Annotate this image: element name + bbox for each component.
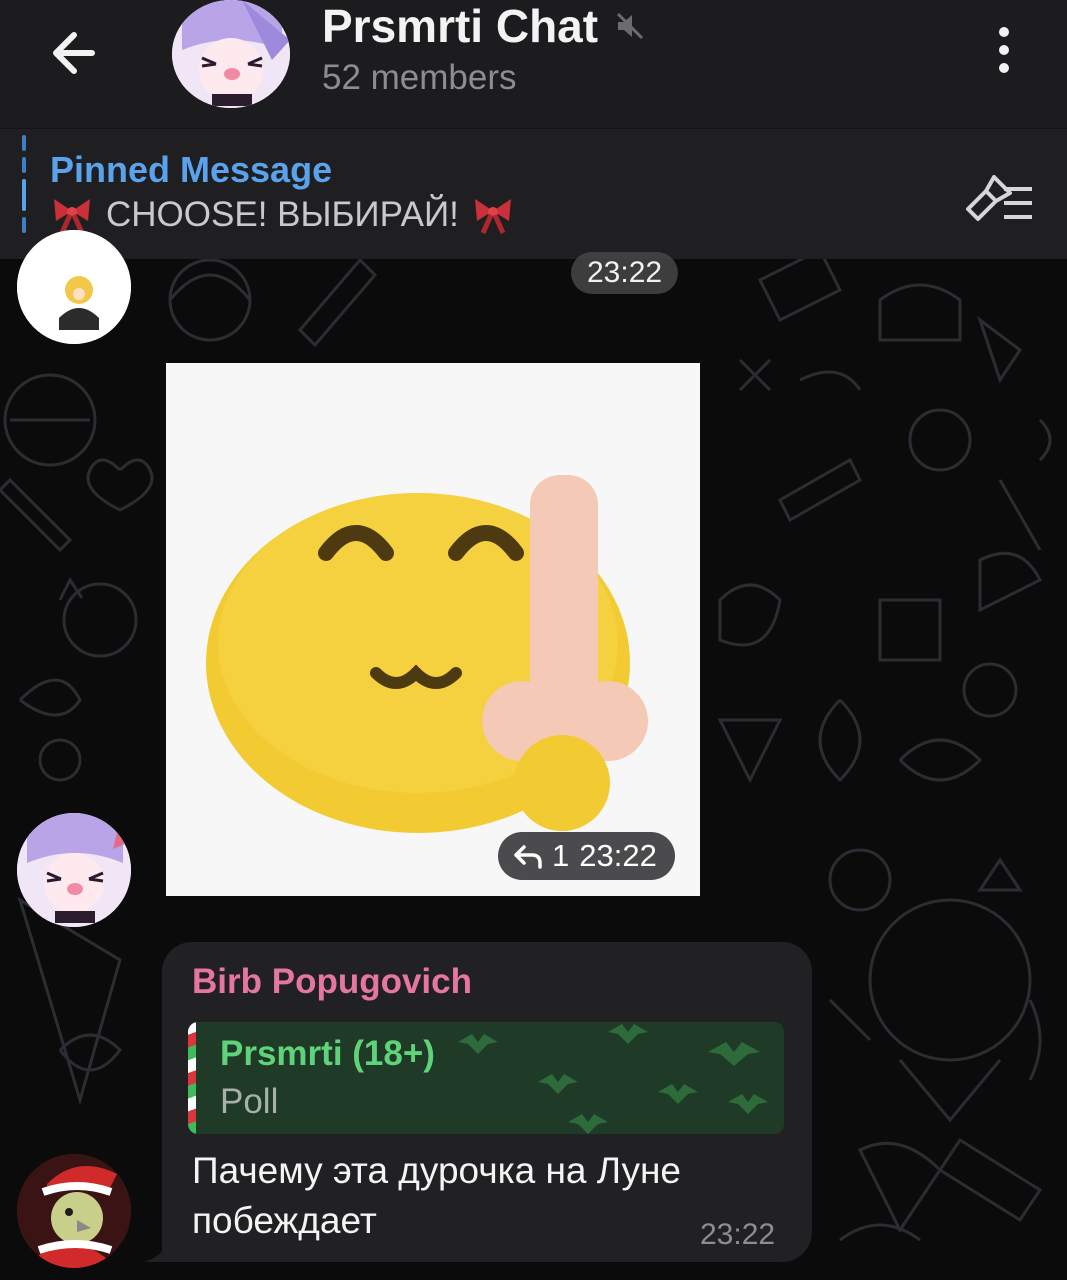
ribbon-bow-icon <box>54 199 90 235</box>
more-vertical-icon[interactable] <box>984 22 1024 78</box>
avatar[interactable] <box>17 1154 131 1268</box>
pinned-text-row: CHOOSE! ВЫБИРАЙ! <box>50 195 515 235</box>
pinned-message-bar[interactable]: Pinned Message CHOOSE! ВЫБИРАЙ! <box>0 128 1067 259</box>
sticker-image[interactable] <box>166 363 700 896</box>
quote-author: Prsmrti (18+) <box>220 1034 435 1073</box>
avatar[interactable] <box>17 230 131 344</box>
quote-type: Poll <box>220 1082 279 1121</box>
reply-quote[interactable]: Prsmrti (18+) Poll <box>188 1022 784 1134</box>
avatar-image <box>17 230 131 344</box>
avatar-image <box>17 1154 131 1268</box>
avatar[interactable] <box>17 813 131 927</box>
pinned-title: Pinned Message <box>50 149 333 190</box>
pinned-list-icon[interactable] <box>960 167 1036 227</box>
sender-name[interactable]: Birb Popugovich <box>192 962 472 1002</box>
smiley-sticker <box>166 363 700 896</box>
muted-speaker-icon <box>616 12 644 40</box>
replies-badge[interactable]: 1 23:22 <box>498 832 675 880</box>
pinned-indicator <box>22 135 26 235</box>
message-time: 23:22 <box>571 252 679 294</box>
message-time: 23:22 <box>700 1218 776 1251</box>
members-count: 52 members <box>322 58 517 97</box>
chat-header: Prsmrti Chat 52 members <box>0 0 1067 128</box>
quote-stripe <box>188 1022 196 1134</box>
reply-count: 1 <box>552 838 570 873</box>
chat-avatar[interactable] <box>172 0 290 108</box>
ribbon-bow-icon <box>474 199 511 235</box>
chat-title[interactable]: Prsmrti Chat <box>322 0 598 52</box>
avatar-image <box>17 813 131 927</box>
arrow-left-icon[interactable] <box>40 18 110 88</box>
message-text: Пачему эта дурочка на Луне побеждает <box>192 1150 681 1241</box>
chat-avatar-image <box>172 0 290 108</box>
message-time: 23:22 <box>579 838 657 873</box>
pinned-text: CHOOSE! ВЫБИРАЙ! <box>106 195 459 234</box>
message-bubble[interactable]: Birb Popugovich Prsmrti (18+) Poll Пачем… <box>162 942 812 1262</box>
reply-arrow-icon <box>514 845 542 869</box>
